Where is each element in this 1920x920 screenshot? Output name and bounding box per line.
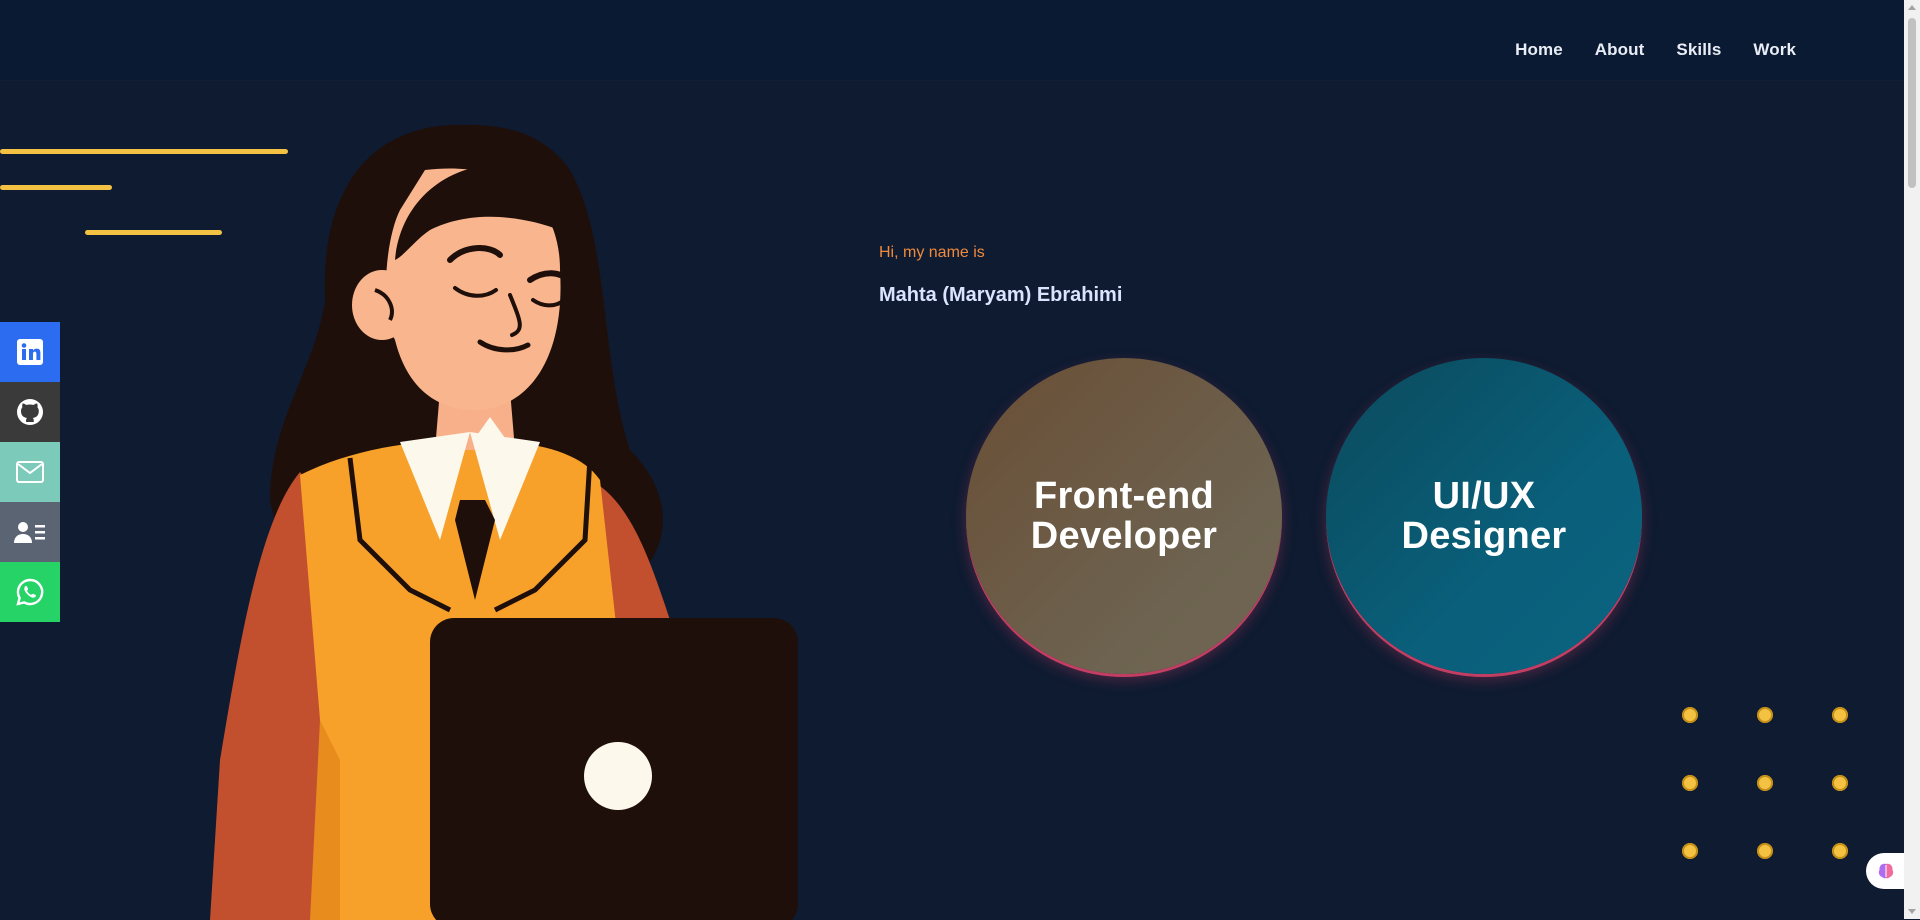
role-title: Front-end Developer xyxy=(1031,476,1217,556)
nav-links: Home About Skills Work xyxy=(1515,40,1796,60)
linkedin-icon xyxy=(17,339,43,365)
page-scrollbar[interactable] xyxy=(1904,0,1920,919)
whatsapp-icon xyxy=(16,578,44,606)
decorative-line xyxy=(0,185,112,190)
github-button[interactable] xyxy=(0,382,60,442)
role-title-line: Designer xyxy=(1401,515,1567,557)
brain-icon xyxy=(1878,863,1894,879)
role-title-line: UI/UX xyxy=(1432,475,1536,517)
github-icon xyxy=(17,399,43,425)
nav-about-link[interactable]: About xyxy=(1595,40,1645,60)
greeting-text: Hi, my name is xyxy=(879,244,985,261)
decorative-dot xyxy=(1682,707,1698,723)
mail-icon xyxy=(16,461,44,483)
scroll-down-arrow-icon[interactable] xyxy=(1908,909,1916,914)
decorative-dot xyxy=(1757,843,1773,859)
decorative-dot xyxy=(1757,707,1773,723)
frontend-developer-circle: Front-end Developer xyxy=(966,358,1282,674)
decorative-dot xyxy=(1682,843,1698,859)
decorative-dot xyxy=(1832,775,1848,791)
linkedin-button[interactable] xyxy=(0,322,60,382)
decorative-dot xyxy=(1832,707,1848,723)
uiux-designer-circle: UI/UX Designer xyxy=(1326,358,1642,674)
whatsapp-button[interactable] xyxy=(0,562,60,622)
scrollbar-thumb[interactable] xyxy=(1908,18,1916,188)
decorative-dot xyxy=(1832,843,1848,859)
nav-home-link[interactable]: Home xyxy=(1515,40,1563,60)
decorative-dot-grid xyxy=(1682,707,1848,859)
contact-card-icon xyxy=(14,522,45,543)
role-title: UI/UX Designer xyxy=(1401,476,1566,556)
nav-work-link[interactable]: Work xyxy=(1753,40,1796,60)
decorative-dot xyxy=(1682,775,1698,791)
email-button[interactable] xyxy=(0,442,60,502)
hero-name: Mahta (Maryam) Ebrahimi xyxy=(879,284,1123,306)
role-title-line: Front-end xyxy=(1033,475,1214,517)
decorative-dot xyxy=(1757,775,1773,791)
social-sidebar xyxy=(0,322,60,622)
developer-illustration xyxy=(210,124,798,920)
floating-extension-widget[interactable] xyxy=(1866,853,1906,889)
contact-button[interactable] xyxy=(0,502,60,562)
navbar: Home About Skills Work xyxy=(0,0,1904,80)
scroll-up-arrow-icon[interactable] xyxy=(1908,5,1916,10)
role-title-line: Developer xyxy=(1030,515,1218,557)
nav-skills-link[interactable]: Skills xyxy=(1676,40,1721,60)
